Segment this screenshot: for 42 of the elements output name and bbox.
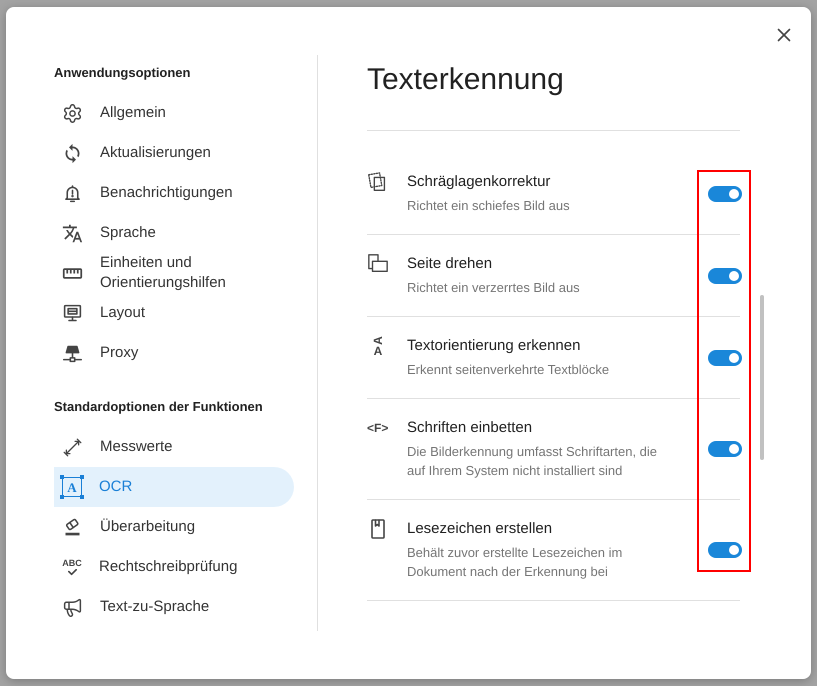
sidebar-item[interactable]: Text-zu-Sprache <box>54 587 294 627</box>
scrollbar-thumb[interactable] <box>760 295 764 460</box>
text-orientation-icon: A A <box>372 334 384 358</box>
setting-description: Richtet ein verzerrtes Bild aus <box>407 279 581 297</box>
sidebar-item[interactable]: Allgemein <box>54 93 294 133</box>
gear-icon <box>62 102 83 124</box>
setting-description: Behält zuvor erstellte Lesezeichen im Dokument nach der Erkennung bei <box>407 544 624 581</box>
setting-description: Richtet ein schiefes Bild aus <box>407 197 571 215</box>
overlapping-pages-icon <box>367 253 389 275</box>
toggle-switch[interactable] <box>708 441 742 457</box>
toggle-switch[interactable] <box>708 542 742 558</box>
setting-description: Erkennt seitenverkehrte Textblöcke <box>407 361 610 379</box>
sidebar-item[interactable]: Aktualisierungen <box>54 133 294 173</box>
network-drive-icon <box>62 342 83 364</box>
translate-icon <box>62 222 83 244</box>
megaphone-icon <box>62 596 83 618</box>
sidebar-item[interactable]: Proxy <box>54 333 294 373</box>
setting-description: Die Bilderkennung umfasst Schriftarten, die auf Ihrem System nicht installiert sind <box>407 443 658 480</box>
toggle-switch[interactable] <box>708 268 742 284</box>
sidebar-item[interactable]: Benachrichtigungen <box>54 173 294 213</box>
sidebar-item[interactable]: Sprache <box>54 213 294 253</box>
setting-title: Seite drehen <box>407 254 494 274</box>
sidebar-item[interactable]: A OCR <box>54 467 294 507</box>
sidebar-item[interactable]: ABC Rechtschreibprüfung <box>54 547 294 587</box>
font-tag-icon: <F> <box>367 418 388 438</box>
text-frame-icon: A <box>62 477 82 497</box>
toggle-switch[interactable] <box>708 350 742 366</box>
setting-title: Schräglagenkorrektur <box>407 172 552 192</box>
sidebar-item[interactable]: Layout <box>54 293 294 333</box>
setting-title: Schriften einbetten <box>407 418 534 438</box>
setting-title: Lesezeichen erstellen <box>407 519 554 539</box>
sidebar-item[interactable]: Überarbeitung <box>54 507 294 547</box>
section-heading: Anwendungsoptionen <box>54 65 192 81</box>
toggle-switch[interactable] <box>708 186 742 202</box>
measure-icon <box>62 436 83 458</box>
sidebar-item[interactable]: Messwerte <box>54 427 294 467</box>
setting-title: Textorientierung erkennen <box>407 336 582 356</box>
section-heading: Standardoptionen der Funktionen <box>54 399 264 415</box>
bell-icon <box>62 182 83 204</box>
monitor-icon <box>62 302 83 324</box>
sidebar-item[interactable]: Einheiten und Orientierungshilfen <box>54 253 294 293</box>
page-title: Texterkennung <box>367 62 565 98</box>
